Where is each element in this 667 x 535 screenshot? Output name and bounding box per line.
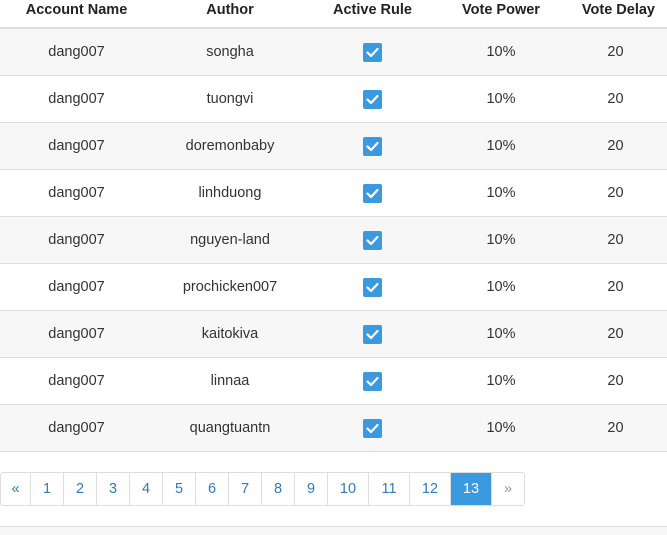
active-rule-cell xyxy=(307,230,438,250)
vote-power-cell: 10% xyxy=(486,420,516,436)
account-name-cell: dang007 xyxy=(48,138,105,154)
vote-delay-cell: 20 xyxy=(607,138,624,154)
active-rule-checkbox[interactable] xyxy=(363,418,382,438)
account-name-cell: dang007 xyxy=(48,232,105,248)
account-name-cell: dang007 xyxy=(48,185,105,201)
header-account-name[interactable]: Account Name xyxy=(0,0,153,27)
header-active-rule[interactable]: Active Rule xyxy=(307,0,438,27)
pagination-next-button[interactable]: » xyxy=(492,473,524,505)
vote-delay-cell: 20 xyxy=(607,373,624,389)
vote-power-cell: 10% xyxy=(486,91,516,107)
header-vote-power[interactable]: Vote Power xyxy=(438,0,564,27)
check-icon xyxy=(366,235,379,245)
table-row: dang007 prochicken007 10% 20 xyxy=(0,264,667,311)
active-rule-checkbox[interactable] xyxy=(363,277,382,297)
table-body: dang007 songha 10% 20 dang007 tuongvi 10% 20 dan… xyxy=(0,29,667,452)
author-cell: tuongvi xyxy=(206,91,254,107)
vote-delay-cell: 20 xyxy=(607,232,624,248)
active-rule-cell xyxy=(307,42,438,62)
vote-delay-cell: 20 xyxy=(607,279,624,295)
check-icon xyxy=(366,329,379,339)
account-name-cell: dang007 xyxy=(48,326,105,342)
active-rule-checkbox[interactable] xyxy=(363,136,382,156)
active-rule-checkbox[interactable] xyxy=(363,324,382,344)
author-cell: nguyen-land xyxy=(190,232,270,248)
pagination-page-13[interactable]: 13 xyxy=(451,473,492,505)
active-rule-checkbox[interactable] xyxy=(363,183,382,203)
vote-delay-cell: 20 xyxy=(607,185,624,201)
active-rule-cell xyxy=(307,89,438,109)
author-cell: linnaa xyxy=(210,373,250,389)
active-rule-cell xyxy=(307,324,438,344)
vote-power-cell: 10% xyxy=(486,232,516,248)
pagination-page-12[interactable]: 12 xyxy=(410,473,451,505)
vote-delay-cell: 20 xyxy=(607,91,624,107)
pagination-page-6[interactable]: 6 xyxy=(196,473,229,505)
author-cell: songha xyxy=(206,44,254,60)
vote-power-cell: 10% xyxy=(486,138,516,154)
author-cell: kaitokiva xyxy=(201,326,259,342)
header-author[interactable]: Author xyxy=(153,0,307,27)
pagination-page-11[interactable]: 11 xyxy=(369,473,410,505)
pagination-page-1[interactable]: 1 xyxy=(31,473,64,505)
table-row: dang007 kaitokiva 10% 20 xyxy=(0,311,667,358)
active-rule-checkbox[interactable] xyxy=(363,42,382,62)
table-row: dang007 nguyen-land 10% 20 xyxy=(0,217,667,264)
author-cell: prochicken007 xyxy=(182,279,278,295)
table-row: dang007 tuongvi 10% 20 xyxy=(0,76,667,123)
table-header: Account Name Author Active Rule Vote Pow… xyxy=(0,0,667,29)
account-name-cell: dang007 xyxy=(48,373,105,389)
rules-table: Account Name Author Active Rule Vote Pow… xyxy=(0,0,667,452)
vote-power-cell: 10% xyxy=(486,44,516,60)
header-vote-delay[interactable]: Vote Delay xyxy=(564,0,667,27)
vote-delay-cell: 20 xyxy=(607,44,624,60)
author-cell: doremonbaby xyxy=(185,138,275,154)
table-row: dang007 quangtuantn 10% 20 xyxy=(0,405,667,452)
account-name-cell: dang007 xyxy=(48,420,105,436)
check-icon xyxy=(366,282,379,292)
table-row: dang007 doremonbaby 10% 20 xyxy=(0,123,667,170)
pagination-page-5[interactable]: 5 xyxy=(163,473,196,505)
vote-power-cell: 10% xyxy=(486,373,516,389)
vote-delay-cell: 20 xyxy=(607,326,624,342)
pagination-page-3[interactable]: 3 xyxy=(97,473,130,505)
pagination-page-8[interactable]: 8 xyxy=(262,473,295,505)
active-rule-checkbox[interactable] xyxy=(363,89,382,109)
pagination-page-10[interactable]: 10 xyxy=(328,473,369,505)
check-icon xyxy=(366,94,379,104)
active-rule-cell xyxy=(307,371,438,391)
active-rule-cell xyxy=(307,418,438,438)
check-icon xyxy=(366,47,379,57)
pagination-prev-button[interactable]: « xyxy=(1,473,31,505)
pagination-page-4[interactable]: 4 xyxy=(130,473,163,505)
account-name-cell: dang007 xyxy=(48,279,105,295)
vote-power-cell: 10% xyxy=(486,279,516,295)
active-rule-cell xyxy=(307,183,438,203)
author-cell: linhduong xyxy=(198,185,262,201)
check-icon xyxy=(366,188,379,198)
vote-power-cell: 10% xyxy=(486,326,516,342)
active-rule-checkbox[interactable] xyxy=(363,230,382,250)
table-row: dang007 linnaa 10% 20 xyxy=(0,358,667,405)
check-icon xyxy=(366,141,379,151)
vote-power-cell: 10% xyxy=(486,185,516,201)
active-rule-cell xyxy=(307,277,438,297)
active-rule-cell xyxy=(307,136,438,156)
pagination: «1 2 3 4 5 6 7 8 9 10 11 12 13» xyxy=(0,472,525,506)
check-icon xyxy=(366,376,379,386)
account-name-cell: dang007 xyxy=(48,91,105,107)
account-name-cell: dang007 xyxy=(48,44,105,60)
check-icon xyxy=(366,423,379,433)
pagination-page-2[interactable]: 2 xyxy=(64,473,97,505)
author-cell: quangtuantn xyxy=(189,420,271,436)
pagination-page-7[interactable]: 7 xyxy=(229,473,262,505)
table-row: dang007 linhduong 10% 20 xyxy=(0,170,667,217)
active-rule-checkbox[interactable] xyxy=(363,371,382,391)
table-row: dang007 songha 10% 20 xyxy=(0,29,667,76)
pagination-page-9[interactable]: 9 xyxy=(295,473,328,505)
vote-delay-cell: 20 xyxy=(607,420,624,436)
